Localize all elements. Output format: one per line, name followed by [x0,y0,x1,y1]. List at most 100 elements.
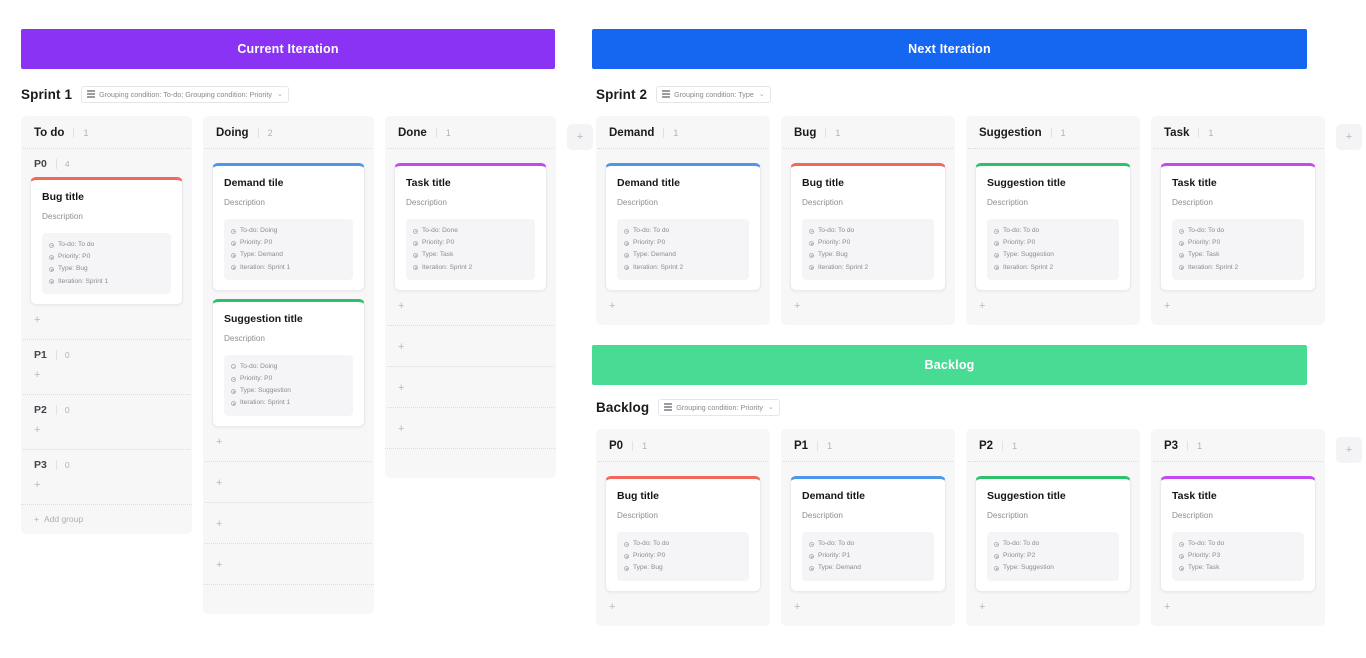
chevron-down-icon: ⌄ [767,404,774,411]
task-card[interactable]: Task title Description To-do: To do Priorit… [1160,476,1316,592]
add-card-button[interactable]: + [394,381,547,403]
task-card[interactable]: Bug title Description To-do: To do Priority… [790,163,946,291]
add-card-button[interactable]: + [790,299,946,321]
task-card[interactable]: Suggestion title Description To-do: To do P… [975,163,1131,291]
group-header[interactable]: P0 4 [21,149,192,177]
column-header[interactable]: P3 1 [1151,429,1325,461]
add-card-button[interactable]: + [212,517,365,539]
card-meta-row: Priority: P0 [1179,237,1297,249]
add-card-button[interactable]: + [605,299,761,321]
add-card-button[interactable]: + [30,478,183,500]
column-name: P3 [1164,440,1179,452]
add-column-button[interactable]: + [567,124,593,150]
task-card[interactable]: Demand tile Description To-do: Doing Priori… [212,163,365,291]
add-column-button[interactable]: + [1336,124,1362,150]
column-header[interactable]: Demand 1 [596,116,770,148]
board-columns: Demand 1 Demand title Description To-do: To … [596,116,1362,325]
card-meta-text: Type: Demand [633,251,676,259]
target-ring-icon [231,400,236,406]
card-meta-text: Type: Task [422,251,454,259]
target-ring-icon [413,228,418,234]
board-column: Task 1 Task title Description To-do: To do Pr… [1151,116,1325,325]
add-column-button[interactable]: + [1336,437,1362,463]
column-header[interactable]: Done 1 [385,116,556,148]
card-meta-text: Priority: P0 [240,374,273,382]
column-header[interactable]: P1 1 [781,429,955,461]
group-body: Bug title Description To-do: To do Priority… [781,163,955,325]
add-card-button[interactable]: + [975,600,1131,622]
add-card-button[interactable]: + [605,600,761,622]
task-card[interactable]: Demand title Description To-do: To do Prior… [605,163,761,291]
task-card[interactable]: Bug title Description To-do: To do Priority… [605,476,761,592]
add-card-button[interactable]: + [394,299,547,321]
column-header[interactable]: Bug 1 [781,116,955,148]
card-meta-row: Type: Demand [231,249,346,261]
task-card[interactable]: Task title Description To-do: Done Priority… [394,163,547,291]
add-card-button[interactable]: + [30,313,183,335]
card-meta-row: Iteration: Sprint 2 [624,262,742,274]
card-meta-text: To-do: To do [1003,540,1040,547]
card-meta-text: Iteration: Sprint 2 [818,263,869,271]
group-header[interactable]: P2 0 [21,395,192,423]
column-header[interactable]: To do 1 [21,116,192,148]
task-card[interactable]: Task title Description To-do: To do Priorit… [1160,163,1316,291]
card-meta-row: To-do: To do [1179,538,1297,550]
card-meta-row: Iteration: Sprint 2 [1179,262,1297,274]
task-card[interactable]: Suggestion title Description To-do: To do P… [975,476,1131,592]
board-column: Suggestion 1 Suggestion title Description To… [966,116,1140,325]
card-meta-list: To-do: Done Priority: P0 Type: Task Iterati… [406,219,535,280]
add-card-button[interactable]: + [1160,299,1316,321]
add-card-button[interactable]: + [394,340,547,362]
card-meta-list: To-do: To do Priority: P0 Type: Suggestion… [987,219,1119,280]
column-header[interactable]: P2 1 [966,429,1140,461]
column-header[interactable]: P0 1 [596,429,770,461]
group-name: P1 [34,348,47,361]
target-ring-icon [994,565,999,571]
grouping-condition-button[interactable]: Grouping condition: Type ⌄ [656,85,771,103]
add-card-button[interactable]: + [975,299,1131,321]
section-header: Backlog Grouping condition: Priority ⌄ [596,397,1341,417]
card-description: Description [802,198,843,207]
card-meta-row: Iteration: Sprint 2 [994,262,1112,274]
board-column: P1 1 Demand title Description To-do: To do Pr… [781,429,955,626]
column-header[interactable]: Task 1 [1151,116,1325,148]
grouping-condition-button[interactable]: Grouping condition: To-do; Grouping cond… [81,85,289,103]
card-meta-row: Type: Bug [809,249,927,261]
card-description: Description [987,511,1028,520]
card-meta-list: To-do: To do Priority: P3 Type: Task [1172,532,1304,581]
add-group-button[interactable]: + Add group [21,503,192,534]
board-column: P0 1 Bug title Description To-do: To do Prior… [596,429,770,626]
board-page: Current Iteration Next Iteration Backlog… [0,0,1366,658]
card-meta-text: Type: Bug [633,564,663,572]
card-meta-list: To-do: To do Priority: P0 Type: Task Iterat… [1172,219,1304,280]
task-card[interactable]: Suggestion title Description To-do: Doing P… [212,298,365,427]
target-ring-icon [231,388,236,394]
board-column: P2 1 Suggestion title Description To-do: To … [966,429,1140,626]
add-card-button[interactable]: + [212,558,365,580]
group-body: Task title Description To-do: Done Priority… [385,163,556,325]
add-card-button[interactable]: + [212,476,365,498]
layers-icon [662,90,671,98]
add-card-button[interactable]: + [1160,600,1316,622]
column-count: 1 [663,128,678,138]
group-header[interactable]: P3 0 [21,450,192,478]
column-header[interactable]: Suggestion 1 [966,116,1140,148]
card-meta-text: To-do: To do [58,241,95,248]
add-card-button[interactable]: + [30,368,183,390]
group-header[interactable]: P1 0 [21,340,192,368]
task-card[interactable]: Demand title Description To-do: To do Prior… [790,476,946,592]
add-card-button[interactable]: + [790,600,946,622]
group-body: + [385,422,556,448]
grouping-condition-button[interactable]: Grouping condition: Priority ⌄ [658,398,780,416]
section-backlog: Backlog Grouping condition: Priority ⌄ P0 1 B… [596,397,1362,626]
add-card-button[interactable]: + [394,422,547,444]
task-card[interactable]: Bug title Description To-do: To do Priority… [30,177,183,305]
add-card-button[interactable]: + [212,435,365,457]
card-meta-row: Priority: P0 [624,550,742,562]
add-card-button[interactable]: + [30,423,183,445]
card-meta-text: Iteration: Sprint 2 [422,263,473,271]
column-header[interactable]: Doing 2 [203,116,374,148]
